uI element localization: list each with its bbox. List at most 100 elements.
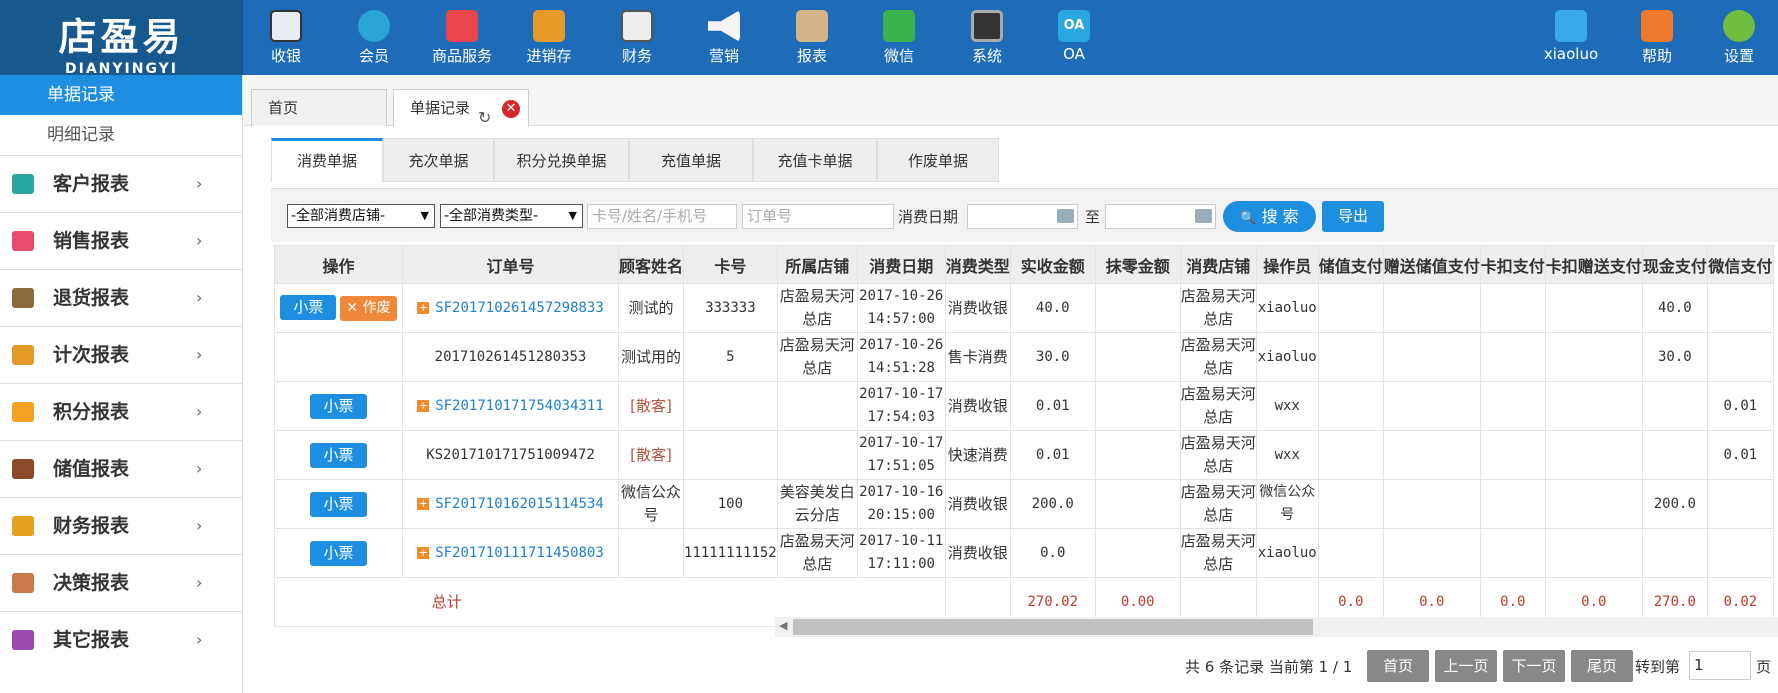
expand-icon[interactable]: +	[417, 301, 430, 314]
scrollbar-thumb[interactable]	[793, 619, 1313, 635]
stored-value-pay	[1317, 381, 1384, 431]
operation-cell: 小票	[274, 528, 403, 578]
tab-recharge-card[interactable]: 充值卡单据	[753, 138, 877, 182]
scroll-left-icon[interactable]: ◀	[779, 619, 787, 632]
order-link[interactable]: SF201710261457298833	[435, 300, 604, 316]
order-link[interactable]: SF201710171754034311	[435, 398, 604, 414]
order-search-input[interactable]: 订单号	[742, 204, 894, 229]
sidebar-group[interactable]: 销售报表 ›	[0, 212, 242, 269]
receipt-button[interactable]: 小票	[310, 491, 367, 517]
user-menu[interactable]: xiaoluo	[1528, 0, 1614, 75]
sidebar-group[interactable]: 决策报表 ›	[0, 554, 242, 611]
wechat-pay	[1706, 479, 1774, 529]
search-button[interactable]: 🔍 搜 索	[1223, 201, 1316, 232]
card-search-input[interactable]: 卡号/姓名/手机号	[587, 204, 737, 229]
tab-consumption[interactable]: 消费单据	[271, 138, 383, 182]
expand-icon[interactable]: +	[417, 399, 430, 412]
first-page-button[interactable]: 首页	[1367, 650, 1429, 682]
close-icon[interactable]: ✕	[502, 100, 520, 118]
order-link[interactable]: SF201710111711450803	[435, 545, 604, 561]
chevron-right-icon: ›	[196, 459, 203, 478]
nav-wechat[interactable]: 微信	[856, 0, 942, 75]
gift-stored-pay	[1382, 430, 1481, 480]
order-cell: 201710261451280353	[402, 332, 619, 382]
report-icon	[12, 345, 34, 365]
nav-report[interactable]: 报表	[769, 0, 855, 75]
prev-page-button[interactable]: 上一页	[1435, 650, 1497, 682]
column-header: 卡扣支付	[1479, 245, 1546, 284]
column-header: 卡扣赠送支付	[1544, 245, 1643, 284]
expand-icon[interactable]: +	[417, 497, 430, 510]
receipt-button[interactable]: 小票	[310, 393, 367, 419]
tab-recharge-count[interactable]: 充次单据	[383, 138, 494, 182]
tab-receipt-records[interactable]: 单据记录 ↻ ✕	[393, 89, 529, 127]
calendar-icon[interactable]	[1195, 209, 1212, 223]
chevron-right-icon: ›	[196, 345, 203, 364]
nav-oa[interactable]: OA OA	[1031, 0, 1117, 75]
help-menu[interactable]: 帮助	[1614, 0, 1700, 75]
table-row[interactable]: 小票 + SF201710162015114534 微信公众号 100 美容美发白云分店 2…	[274, 479, 1774, 529]
settings-menu[interactable]: 设置	[1700, 0, 1778, 75]
refresh-icon[interactable]: ↻	[478, 100, 491, 136]
nav-cashier[interactable]: 收银	[243, 0, 329, 75]
nav-goods[interactable]: 商品服务	[419, 0, 505, 75]
sidebar-group-label: 销售报表	[53, 230, 130, 252]
nav-label: 报表	[796, 47, 827, 65]
gift-stored-pay	[1382, 381, 1481, 431]
order-link[interactable]: SF201710162015114534	[435, 496, 604, 512]
date-from-input[interactable]	[967, 204, 1078, 229]
column-header: 微信支付	[1706, 245, 1774, 284]
nav-finance[interactable]: 财务	[594, 0, 680, 75]
next-page-button[interactable]: 下一页	[1503, 650, 1565, 682]
nav-marketing[interactable]: 营销	[681, 0, 767, 75]
date-to-input[interactable]	[1105, 204, 1216, 229]
receipt-button[interactable]: 小票	[280, 295, 337, 320]
chevron-right-icon: ›	[196, 402, 203, 421]
expand-icon[interactable]: +	[417, 546, 430, 559]
void-button[interactable]: ✕ 作废	[340, 296, 397, 321]
page-unit-label: 页	[1756, 658, 1772, 676]
sidebar-group[interactable]: 计次报表 ›	[0, 326, 242, 383]
nav-member[interactable]: 会员	[331, 0, 417, 75]
page-number-input[interactable]: 1	[1689, 651, 1751, 680]
tab-home[interactable]: 首页	[251, 89, 387, 126]
table-row[interactable]: 小票 + SF201710171754034311 [散客] 2017-10-17 17:…	[274, 381, 1774, 431]
table-row[interactable]: 小票 + SF201710111711450803 11111111152 店盈易天河总…	[274, 528, 1774, 578]
tab-recharge[interactable]: 充值单据	[629, 138, 753, 182]
export-button[interactable]: 导出	[1322, 201, 1384, 232]
table-row[interactable]: 小票 ✕ 作废 + SF201710261457298833 测试的 333333 店盈易天…	[274, 283, 1774, 333]
sidebar-group[interactable]: 财务报表 ›	[0, 497, 242, 554]
member-icon	[358, 10, 390, 42]
date-to-label: 至	[1085, 208, 1101, 226]
wechat-pay: 0.01	[1706, 430, 1774, 480]
receipt-button[interactable]: 小票	[310, 540, 367, 566]
table-row[interactable]: 201710261451280353 测试用的 5 店盈易天河总店 2017-10-26…	[274, 332, 1774, 382]
store-select[interactable]: -全部消费店铺- ▼	[287, 204, 435, 228]
sidebar-group[interactable]: 积分报表 ›	[0, 383, 242, 440]
last-page-button[interactable]: 尾页	[1571, 650, 1633, 682]
tab-points-exchange[interactable]: 积分兑换单据	[494, 138, 629, 182]
sidebar-group[interactable]: 其它报表 ›	[0, 611, 242, 668]
received-amount: 30.0	[1009, 332, 1096, 382]
column-header: 消费日期	[856, 245, 946, 284]
type-select[interactable]: -全部消费类型- ▼	[440, 204, 583, 228]
receipt-button[interactable]: 小票	[310, 442, 367, 468]
sidebar-item-receipts[interactable]: 单据记录	[0, 75, 242, 115]
horizontal-scrollbar[interactable]: ◀	[775, 617, 1778, 637]
calendar-icon[interactable]	[1057, 209, 1074, 223]
nav-label: 财务	[621, 47, 652, 65]
megaphone-icon	[708, 10, 740, 42]
table-row[interactable]: 小票 KS201710171751009472 [散客] 2017-10-17 17:5…	[274, 430, 1774, 480]
card-gift-pay	[1544, 283, 1643, 333]
tab-voided[interactable]: 作废单据	[877, 138, 999, 182]
sidebar-group[interactable]: 客户报表 ›	[0, 155, 242, 212]
sidebar-group[interactable]: 储值报表 ›	[0, 440, 242, 497]
order-cell: + SF201710162015114534	[402, 479, 619, 529]
rounding-amount	[1094, 430, 1181, 480]
sidebar-item-details[interactable]: 明细记录	[0, 115, 242, 155]
brand-logo[interactable]: 店盈易 DIANYINGYI	[0, 0, 243, 77]
card-gift-pay	[1544, 381, 1643, 431]
nav-inventory[interactable]: 进销存	[506, 0, 592, 75]
sidebar-group[interactable]: 退货报表 ›	[0, 269, 242, 326]
nav-system[interactable]: 系统	[944, 0, 1030, 75]
